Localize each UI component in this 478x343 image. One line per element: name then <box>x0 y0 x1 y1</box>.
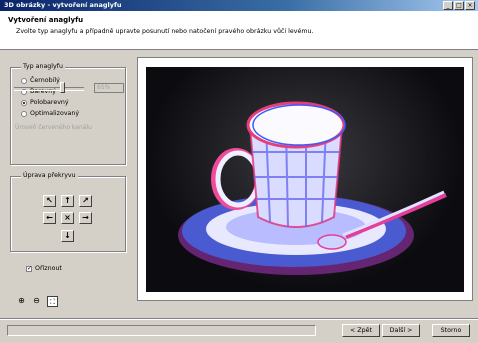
progress-bar <box>7 325 316 336</box>
zoom-in-icon[interactable]: ⊕ <box>16 296 27 307</box>
shift-up-left-button[interactable]: ↖ <box>43 195 56 207</box>
next-button[interactable]: Další > <box>382 324 420 337</box>
maximize-button[interactable]: □ <box>454 1 464 10</box>
radio-dot <box>21 110 27 117</box>
wizard-header: Vytvoření anaglyfu Zvolte typ anaglyfu a… <box>0 11 478 50</box>
radio-optimized[interactable]: Optimalizovaný <box>21 110 79 117</box>
cup-and-saucer-illustration <box>178 101 447 275</box>
cancel-button[interactable]: Storno <box>432 324 470 337</box>
title-bar: 3D obrázky - vytvoření anaglyfu _ □ × <box>0 0 478 11</box>
red-channel-label: Úroveň červeného kanálu <box>15 124 92 131</box>
fit-to-window-icon[interactable]: ⛶ <box>47 296 58 307</box>
radio-label: Polobarevný <box>30 99 69 106</box>
back-button[interactable]: < Zpět <box>342 324 380 337</box>
radio-grayscale[interactable]: Černobílý <box>21 77 60 84</box>
shift-up-right-button[interactable]: ↗ <box>79 195 92 207</box>
close-button[interactable]: × <box>465 1 475 10</box>
anaglyph-preview-image <box>146 67 464 292</box>
reset-shift-button[interactable]: × <box>61 212 74 224</box>
crop-checkbox[interactable]: ✓ Oříznout <box>26 265 62 272</box>
crop-label: Oříznout <box>35 265 62 272</box>
page-subtitle: Zvolte typ anaglyfu a případně upravte p… <box>16 28 314 35</box>
shift-up-button[interactable]: ↑ <box>61 195 74 207</box>
radio-halfcolor[interactable]: Polobarevný <box>21 99 69 106</box>
checkbox-box: ✓ <box>26 264 33 272</box>
radio-label: Černobílý <box>30 77 60 84</box>
red-channel-slider-thumb[interactable] <box>60 82 65 93</box>
radio-dot <box>21 77 27 84</box>
overlap-adjust-legend: Úprava překryvu <box>21 172 78 179</box>
zoom-out-icon[interactable]: ⊖ <box>31 296 42 307</box>
window-title: 3D obrázky - vytvoření anaglyfu <box>4 1 122 9</box>
radio-label: Optimalizovaný <box>30 110 80 117</box>
radio-dot-selected <box>21 99 27 106</box>
shift-right-button[interactable]: → <box>79 212 92 224</box>
shift-down-button[interactable]: ↓ <box>61 230 74 242</box>
shift-left-button[interactable]: ← <box>43 212 56 224</box>
anaglyph-type-group: Typ anaglyfu Černobílý Barevný Polobarev… <box>10 63 126 165</box>
page-title: Vytvoření anaglyfu <box>8 16 84 24</box>
red-channel-slider-track[interactable] <box>14 87 84 91</box>
anaglyph-type-legend: Typ anaglyfu <box>21 63 65 70</box>
footer-separator <box>0 318 478 320</box>
red-channel-spinbox[interactable]: 65% <box>94 83 124 93</box>
minimize-button[interactable]: _ <box>443 1 453 10</box>
preview-panel <box>137 57 473 301</box>
